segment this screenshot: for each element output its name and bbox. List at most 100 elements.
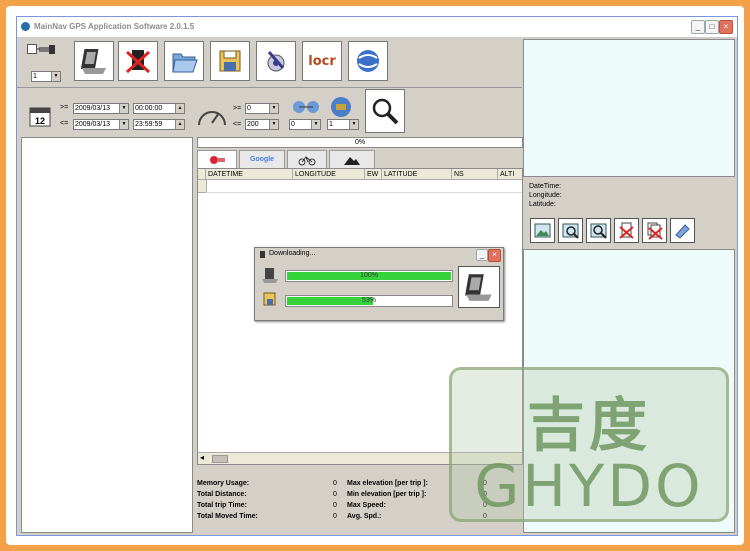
device-select-value: 1 — [33, 73, 37, 80]
tab-elevation[interactable] — [329, 150, 375, 168]
info-latitude-label: Latitude: — [529, 201, 556, 208]
overall-progress-bar: 0% — [197, 137, 523, 148]
spinner-icon: ▲ — [175, 104, 184, 113]
google-logo: Google — [249, 156, 275, 163]
zoom-out-button[interactable] — [586, 218, 611, 243]
speed-max-prefix: <= — [233, 121, 242, 128]
gps-device-icon — [80, 49, 106, 74]
chevron-down-icon: ▼ — [349, 120, 358, 129]
max-speed-label: Max Speed: — [347, 502, 386, 509]
download-progress-label: 100% — [360, 272, 378, 279]
map-preview-panel — [523, 39, 735, 177]
minimize-button[interactable]: _ — [691, 20, 705, 34]
total-trip-time-label: Total trip Time: — [197, 502, 247, 509]
total-distance-label: Total Distance: — [197, 491, 247, 498]
chevron-down-icon: ▼ — [51, 72, 60, 81]
scrollbar-thumb[interactable] — [212, 455, 228, 463]
tab-track[interactable] — [197, 150, 237, 168]
search-button[interactable] — [365, 89, 405, 133]
dialog-close-button[interactable]: × — [488, 249, 501, 262]
time-to-spinner[interactable]: 23:59:59 ▲ — [133, 119, 185, 130]
zoom-out-icon — [590, 223, 607, 239]
zoom-in-button[interactable] — [558, 218, 583, 243]
save-progress-bar: 53% — [285, 295, 453, 307]
calendar-day: 12 — [35, 116, 46, 126]
photo-frame: MainNav GPS Application Software 2.0.1.5… — [6, 6, 744, 545]
delete-all-button[interactable] — [642, 218, 667, 243]
watermark-en: GHYDO — [474, 452, 704, 520]
delete-point-button[interactable] — [614, 218, 639, 243]
globe-icon — [357, 50, 379, 72]
export-button[interactable] — [670, 218, 695, 243]
column-header[interactable]: LONGITUDE — [293, 169, 365, 180]
device-select[interactable]: 1 ▼ — [31, 71, 61, 82]
bicycle-icon — [298, 155, 316, 165]
speed-max-select[interactable]: 200 ▼ — [245, 119, 279, 130]
column-header[interactable]: NS — [452, 169, 498, 180]
date-from-prefix: >= — [60, 104, 69, 111]
app-icon — [21, 22, 30, 31]
delete-all-icon — [647, 222, 663, 240]
date-from-select[interactable]: 2009/03/13 ▼ — [73, 103, 129, 114]
erase-device-button[interactable] — [118, 41, 158, 81]
view-photo-button[interactable] — [530, 218, 555, 243]
chevron-down-icon: ▼ — [119, 104, 128, 113]
settings-button[interactable] — [256, 41, 296, 81]
open-folder-button[interactable] — [164, 41, 204, 81]
connect-checkbox[interactable] — [27, 44, 37, 54]
mountain-icon — [344, 156, 360, 165]
avg-speed-label: Avg. Spd.: — [347, 513, 382, 520]
track-list-panel[interactable] — [21, 137, 193, 533]
total-trip-time-value: 0 — [333, 502, 337, 509]
locr-button[interactable]: locr — [302, 41, 342, 81]
date-to-select[interactable]: 2009/03/13 ▼ — [73, 119, 129, 130]
close-button[interactable]: × — [719, 20, 733, 34]
table-row[interactable] — [206, 180, 522, 193]
folder-icon — [172, 53, 198, 73]
filter-select-b[interactable]: 1 ▼ — [327, 119, 359, 130]
column-header[interactable]: LATITUDE — [382, 169, 452, 180]
download-device-button[interactable] — [74, 41, 114, 81]
date-to-value: 2009/03/13 — [75, 121, 111, 128]
filter-select-b-value: 1 — [329, 121, 333, 128]
column-header[interactable]: EW — [365, 169, 382, 180]
picture-icon — [534, 223, 551, 238]
gps-device-icon — [262, 268, 278, 283]
window-title: MainNav GPS Application Software 2.0.1.5 — [34, 22, 195, 31]
folder-disk-icon — [263, 292, 276, 306]
dialog-device-button[interactable] — [458, 266, 500, 308]
tab-bicycle[interactable] — [287, 150, 327, 168]
save-progress-label: 53% — [361, 297, 376, 304]
date-from-value: 2009/03/13 — [75, 105, 111, 112]
min-elevation-label: Min elevation [per trip ]: — [347, 491, 427, 498]
chevron-down-icon: ▼ — [119, 120, 128, 129]
zoom-in-icon — [562, 223, 579, 239]
scroll-left-icon[interactable]: ◂ — [200, 453, 204, 462]
speed-min-prefix: >= — [233, 105, 242, 112]
column-header[interactable]: DATETIME — [206, 169, 293, 180]
overall-progress-label: 0% — [354, 139, 366, 146]
watermark-cn: 吉度 — [526, 391, 651, 459]
toolbar-divider — [17, 87, 522, 88]
total-distance-value: 0 — [333, 491, 337, 498]
speed-max-value: 200 — [247, 121, 259, 128]
export-icon — [675, 224, 690, 239]
dialog-minimize-button[interactable]: _ — [476, 249, 488, 261]
delete-icon — [619, 222, 634, 239]
maximize-button[interactable]: □ — [705, 20, 719, 34]
save-button[interactable] — [210, 41, 250, 81]
time-from-spinner[interactable]: 00:00:00 ▲ — [133, 103, 185, 114]
satellite-link-icon — [293, 101, 319, 113]
filter-select-a[interactable]: 0 ▼ — [289, 119, 321, 130]
date-to-prefix: <= — [60, 120, 69, 127]
column-header[interactable]: ALTI — [498, 169, 522, 180]
speed-min-select[interactable]: 0 ▼ — [245, 103, 279, 114]
app-window: MainNav GPS Application Software 2.0.1.5… — [16, 16, 738, 536]
chevron-down-icon: ▼ — [269, 120, 278, 129]
pushpin-icon — [210, 155, 225, 164]
download-dialog-title: Downloading... — [269, 250, 316, 257]
web-button[interactable] — [348, 41, 388, 81]
floppy-disk-icon — [219, 50, 241, 72]
erase-device-icon — [125, 50, 151, 74]
tab-google[interactable]: Google — [239, 150, 285, 168]
